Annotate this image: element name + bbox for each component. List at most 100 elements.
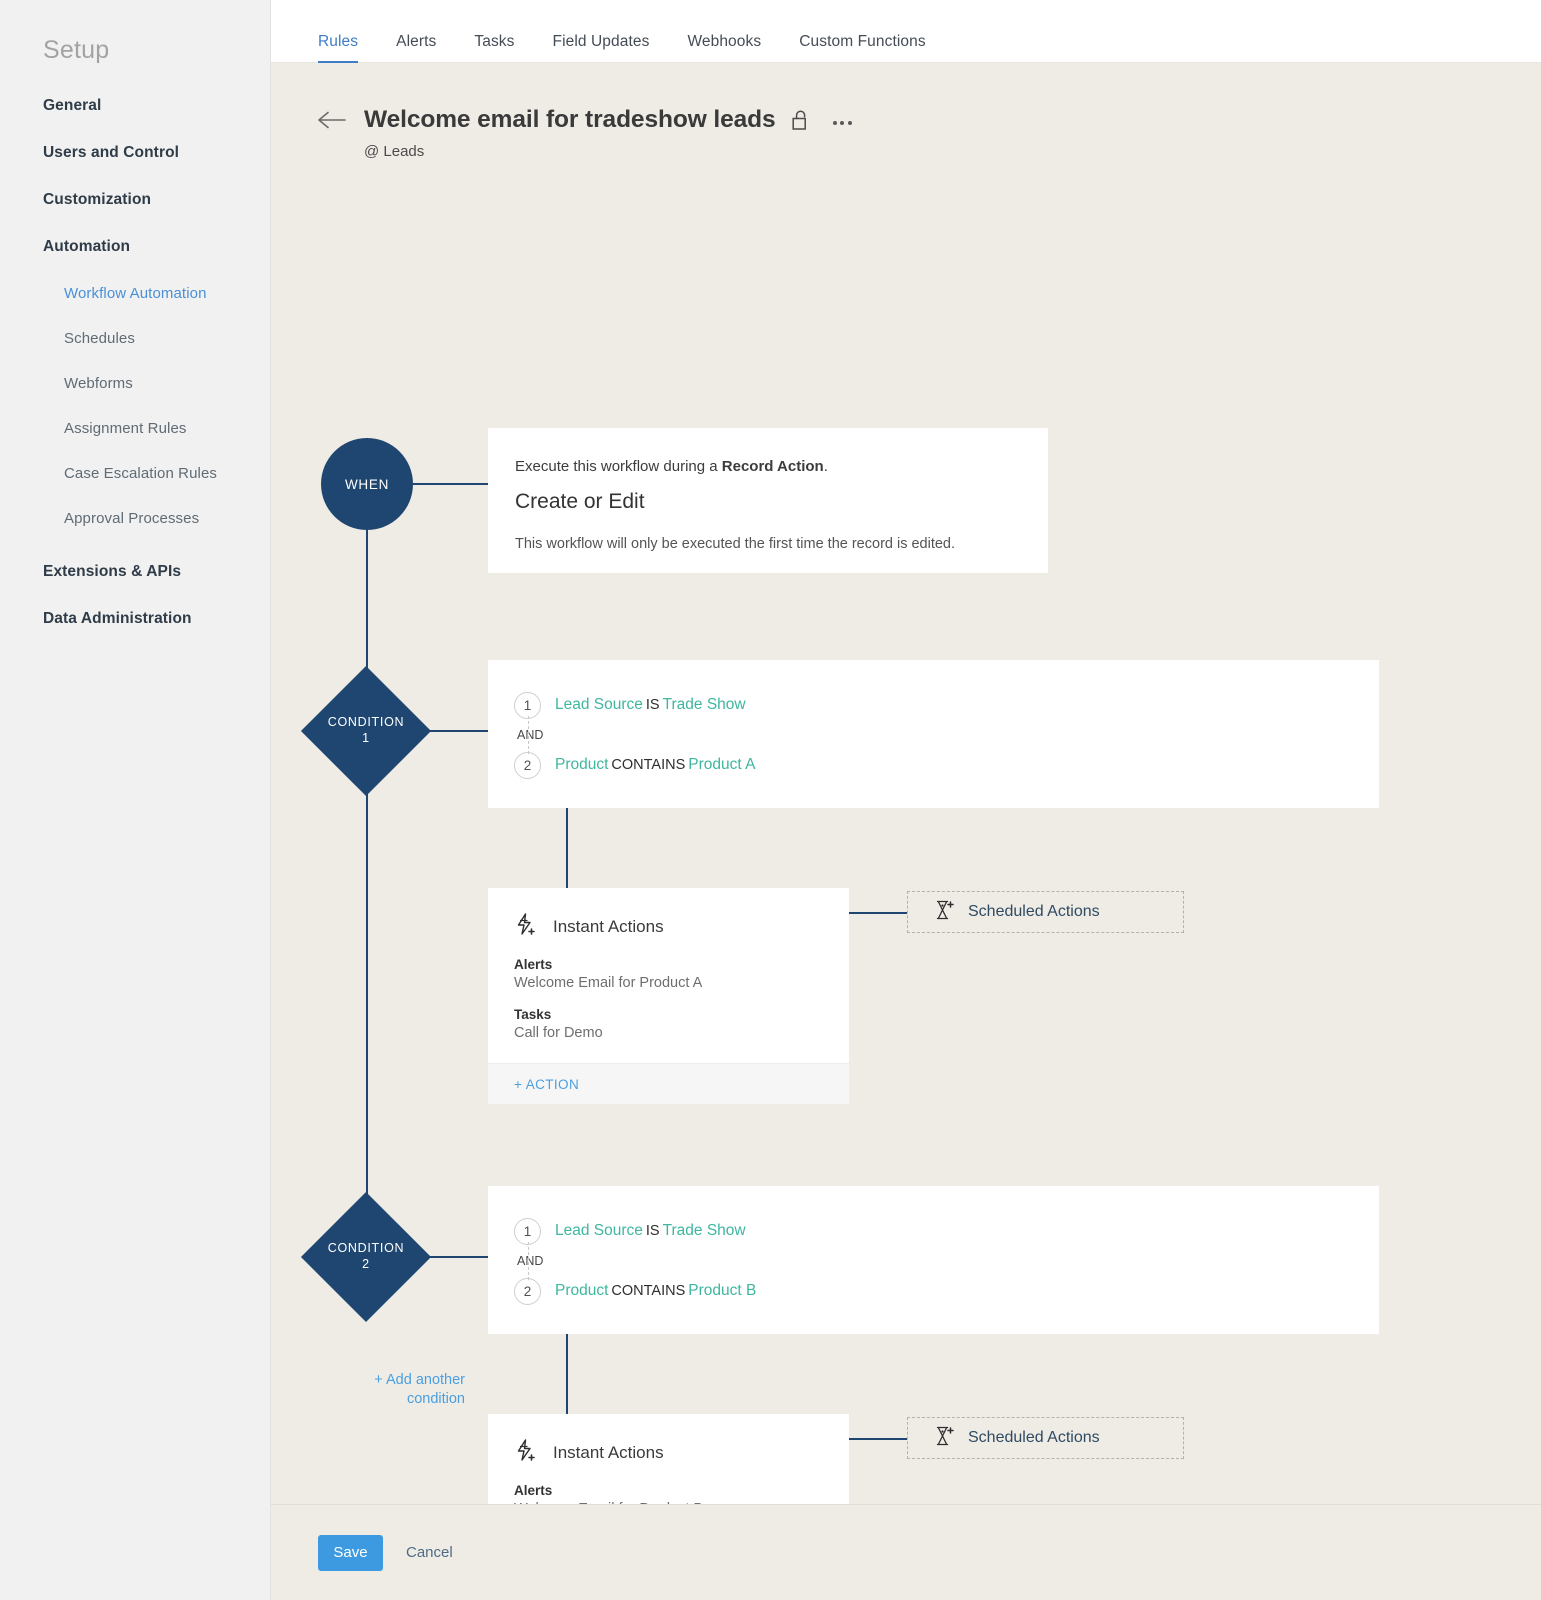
tab-field-updates[interactable]: Field Updates bbox=[553, 33, 650, 62]
add-action-button[interactable]: + ACTION bbox=[514, 1077, 579, 1092]
when-card: Execute this workflow during a Record Ac… bbox=[488, 428, 1048, 573]
condition1-criteria-card[interactable]: 1 Lead Source IS Trade Show AND 2 Product C… bbox=[488, 660, 1379, 808]
unlock-icon[interactable] bbox=[791, 109, 812, 131]
instant-actions-body: Alerts Welcome Email for Product A Tasks… bbox=[488, 941, 849, 1041]
condition2-action-connector bbox=[566, 1334, 568, 1414]
condition1-instant-actions-card[interactable]: Instant Actions Alerts Welcome Email for… bbox=[488, 888, 849, 1104]
dot bbox=[840, 121, 845, 125]
add-another-condition-button[interactable]: + Add another condition bbox=[315, 1371, 465, 1409]
sidebar-item-assignment-rules[interactable]: Assignment Rules bbox=[0, 420, 270, 437]
sidebar-item-extensions-and-apis[interactable]: Extensions & APIs bbox=[0, 563, 270, 581]
criteria-field: Lead Source bbox=[555, 1222, 643, 1239]
criteria-value: Trade Show bbox=[662, 696, 746, 713]
tab-bar: Rules Alerts Tasks Field Updates Webhook… bbox=[271, 0, 1541, 63]
criteria-expression: Product CONTAINS Product A bbox=[555, 756, 756, 774]
when-mode: Create or Edit bbox=[515, 490, 645, 513]
action-section-value: Welcome Email for Product A bbox=[514, 975, 703, 991]
criteria-row: 1 Lead Source IS Trade Show bbox=[514, 690, 1379, 720]
sidebar-item-automation[interactable]: Automation bbox=[0, 238, 270, 256]
criteria-number: 1 bbox=[514, 691, 541, 719]
criteria-row: 2 Product CONTAINS Product B bbox=[514, 1276, 1379, 1306]
action-section-label: Tasks bbox=[514, 1007, 552, 1022]
criteria-number: 2 bbox=[514, 751, 541, 779]
criteria-expression: Product CONTAINS Product B bbox=[555, 1282, 756, 1300]
criteria-join-line bbox=[527, 1242, 529, 1280]
criteria-join: AND bbox=[514, 1242, 1379, 1280]
cancel-button[interactable]: Cancel bbox=[406, 1544, 453, 1561]
tab-webhooks[interactable]: Webhooks bbox=[687, 33, 761, 62]
criteria-value: Product B bbox=[688, 1282, 757, 1299]
criteria-value: Trade Show bbox=[662, 1222, 746, 1239]
when-description-prefix: Execute this workflow during a bbox=[515, 458, 722, 475]
sidebar-item-workflow-automation[interactable]: Workflow Automation bbox=[0, 285, 270, 302]
scheduled-actions-label: Scheduled Actions bbox=[968, 903, 1100, 920]
scheduled-actions-label: Scheduled Actions bbox=[968, 1429, 1100, 1446]
when-note: This workflow will only be executed the … bbox=[515, 536, 956, 552]
tab-alerts[interactable]: Alerts bbox=[396, 33, 436, 62]
instant-actions-title: Instant Actions bbox=[553, 916, 664, 936]
when-branch-connector bbox=[413, 483, 489, 485]
sidebar-item-users-and-control[interactable]: Users and Control bbox=[0, 144, 270, 162]
when-node[interactable]: WHEN bbox=[321, 438, 413, 530]
sidebar-item-data-administration[interactable]: Data Administration bbox=[0, 610, 270, 628]
action-section-value: Call for Demo bbox=[514, 1025, 603, 1041]
action-section-label: Alerts bbox=[514, 1483, 553, 1498]
sidebar-item-case-escalation-rules[interactable]: Case Escalation Rules bbox=[0, 465, 270, 482]
tab-custom-functions[interactable]: Custom Functions bbox=[799, 33, 926, 62]
condition1-label-line2: 1 bbox=[362, 731, 370, 745]
sidebar-item-webforms[interactable]: Webforms bbox=[0, 375, 270, 392]
hourglass-plus-icon bbox=[934, 1425, 954, 1452]
module-label: @ Leads bbox=[364, 143, 425, 160]
workflow-builder-page: Setup General Users and Control Customiz… bbox=[0, 0, 1541, 1600]
sidebar-item-approval-processes[interactable]: Approval Processes bbox=[0, 510, 270, 527]
page-title-row: Welcome email for tradeshow leads bbox=[318, 106, 1541, 134]
criteria-operator: IS bbox=[645, 1223, 660, 1239]
when-node-label: WHEN bbox=[344, 476, 390, 492]
when-description: Execute this workflow during a Record Ac… bbox=[515, 458, 1048, 475]
dot bbox=[832, 121, 837, 125]
dot bbox=[847, 121, 852, 125]
sidebar-item-general[interactable]: General bbox=[0, 97, 270, 115]
criteria-number: 2 bbox=[514, 1277, 541, 1305]
add-action-footer[interactable]: + ACTION bbox=[488, 1063, 849, 1104]
instant-actions-title: Instant Actions bbox=[553, 1442, 664, 1462]
condition2-label-line2: 2 bbox=[362, 1257, 370, 1271]
instant-actions-header: Instant Actions bbox=[488, 888, 849, 941]
criteria-operator: IS bbox=[645, 697, 660, 713]
criteria-row: 2 Product CONTAINS Product A bbox=[514, 750, 1379, 780]
condition2-criteria-card[interactable]: 1 Lead Source IS Trade Show AND 2 Product C… bbox=[488, 1186, 1379, 1334]
lightning-bolt-plus-icon bbox=[514, 912, 538, 941]
when-description-suffix: . bbox=[823, 458, 828, 475]
condition1-scheduled-actions-box[interactable]: Scheduled Actions bbox=[907, 891, 1184, 933]
condition2-scheduled-connector bbox=[849, 1438, 907, 1440]
sidebar-item-schedules[interactable]: Schedules bbox=[0, 330, 270, 347]
instant-actions-header: Instant Actions bbox=[488, 1414, 849, 1467]
back-arrow-icon[interactable] bbox=[318, 109, 346, 131]
tab-tasks[interactable]: Tasks bbox=[474, 33, 514, 62]
condition1-node-label: CONDITION 1 bbox=[296, 714, 436, 746]
criteria-number: 1 bbox=[514, 1217, 541, 1245]
setup-title: Setup bbox=[43, 36, 110, 64]
tab-rules[interactable]: Rules bbox=[318, 33, 359, 63]
condition1-scheduled-connector bbox=[849, 912, 907, 914]
criteria-join-label: AND bbox=[517, 728, 544, 742]
when-description-strong: Record Action bbox=[721, 458, 824, 475]
sidebar-item-customization[interactable]: Customization bbox=[0, 191, 270, 209]
criteria-expression: Lead Source IS Trade Show bbox=[555, 1222, 746, 1240]
condition1-action-connector bbox=[566, 808, 568, 888]
condition2-scheduled-actions-box[interactable]: Scheduled Actions bbox=[907, 1417, 1184, 1459]
criteria-join-label: AND bbox=[517, 1254, 544, 1268]
criteria-row: 1 Lead Source IS Trade Show bbox=[514, 1216, 1379, 1246]
criteria-field: Product bbox=[555, 756, 609, 773]
criteria-value: Product A bbox=[688, 756, 756, 773]
criteria-operator: CONTAINS bbox=[611, 757, 686, 773]
criteria-join: AND bbox=[514, 716, 1379, 754]
criteria-field: Lead Source bbox=[555, 696, 643, 713]
action-section-label: Alerts bbox=[514, 957, 553, 972]
criteria-operator: CONTAINS bbox=[611, 1283, 686, 1299]
save-button[interactable]: Save bbox=[318, 1534, 383, 1571]
sidebar-nav: General Users and Control Customization … bbox=[0, 97, 270, 628]
condition1-label-line1: CONDITION bbox=[327, 715, 405, 729]
more-options-icon[interactable] bbox=[832, 115, 852, 125]
workflow-canvas: WHEN Execute this workflow during a Reco… bbox=[271, 160, 1541, 1600]
